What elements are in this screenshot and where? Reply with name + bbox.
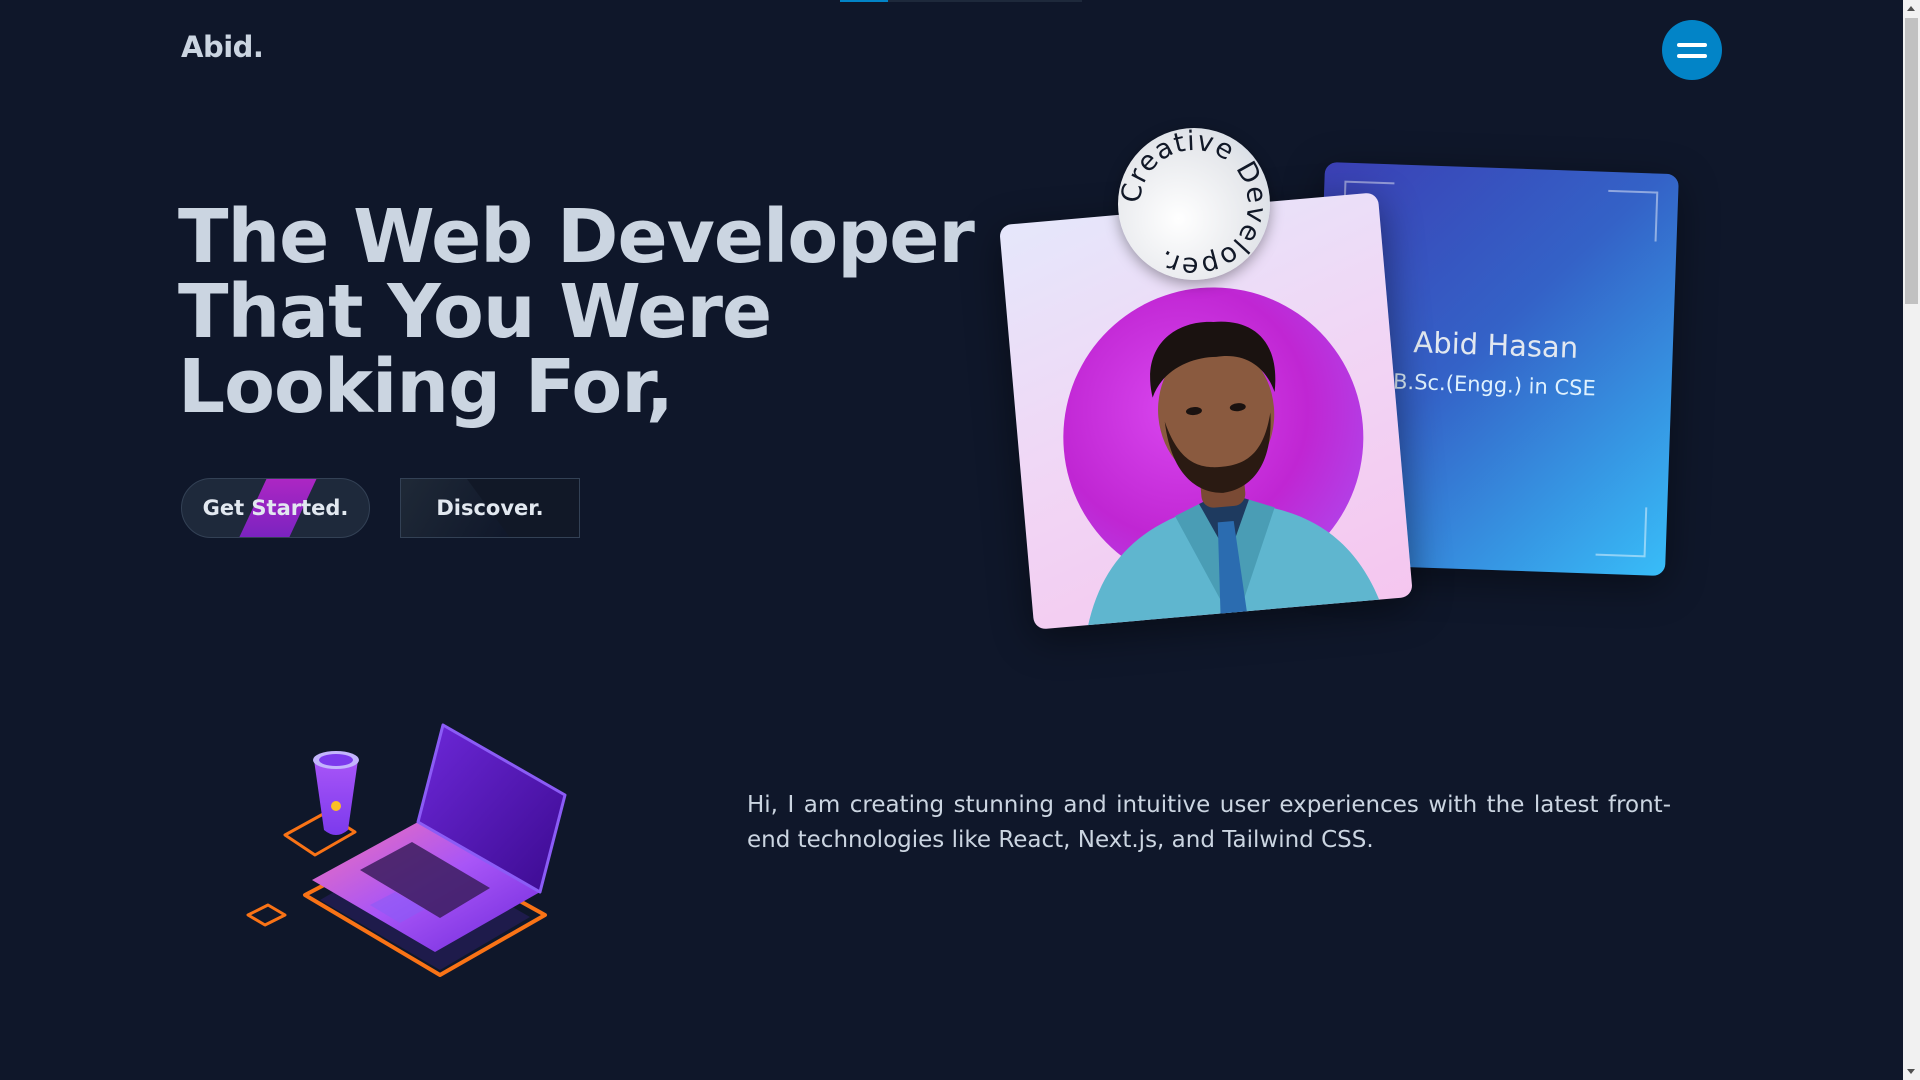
site-logo[interactable]: Abid.: [181, 30, 264, 64]
hamburger-icon-line: [1677, 53, 1707, 58]
scroll-thumb[interactable]: [1905, 18, 1918, 304]
badge-text: Creative Developer.: [1118, 128, 1270, 280]
get-started-label: Get Started.: [202, 496, 349, 520]
headline-line-3: Looking For,: [178, 344, 674, 430]
get-started-button[interactable]: Get Started.: [181, 478, 370, 538]
headline-line-2: That You Were: [178, 269, 772, 355]
laptop-illustration: [246, 723, 567, 977]
discover-label: Discover.: [436, 496, 544, 520]
scroll-up-arrow-icon[interactable]: [1903, 0, 1920, 17]
corner-bracket: [1606, 189, 1659, 242]
hamburger-icon: [1677, 42, 1707, 47]
page-progress-bar: [840, 0, 1082, 2]
page-progress-fill: [840, 0, 888, 2]
svg-text:Creative Developer.: Creative Developer.: [1118, 128, 1270, 280]
badge-circular-text: Creative Developer.: [1118, 128, 1270, 280]
profile-portrait: [1085, 321, 1385, 630]
vertical-scrollbar[interactable]: [1903, 0, 1920, 1080]
creative-developer-badge: Creative Developer.: [1118, 128, 1270, 280]
corner-bracket: [1595, 505, 1648, 558]
headline-line-1: The Web Developer: [178, 194, 975, 280]
scroll-down-arrow-icon[interactable]: [1903, 1063, 1920, 1080]
intro-paragraph: Hi, I am creating stunning and intuitive…: [747, 792, 1671, 853]
hero-headline: The Web Developer That You Were Looking …: [178, 194, 975, 430]
menu-button[interactable]: [1662, 20, 1722, 80]
discover-button[interactable]: Discover.: [400, 478, 580, 538]
